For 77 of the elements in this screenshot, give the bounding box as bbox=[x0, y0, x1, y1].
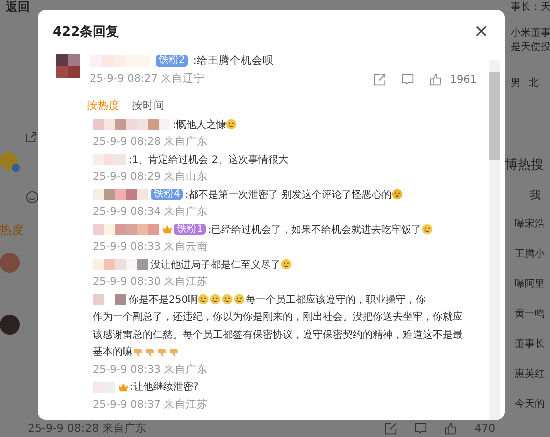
like-icon[interactable] bbox=[430, 74, 442, 86]
emoji-face-icon bbox=[422, 224, 433, 236]
crown-icon bbox=[118, 382, 129, 393]
sort-tab[interactable]: 按时间 bbox=[132, 98, 165, 112]
emoji-face-icon bbox=[392, 189, 403, 200]
reply-text: :让他继续泄密? bbox=[130, 382, 199, 393]
like-count: 1961 bbox=[450, 74, 477, 86]
avatar-icon bbox=[0, 315, 20, 335]
hot-search-item[interactable]: 黄一鸣 bbox=[515, 306, 545, 323]
emoji-face-icon bbox=[234, 294, 246, 306]
comment-icon[interactable] bbox=[402, 74, 414, 86]
hot-search-item[interactable]: 曝阿里 bbox=[515, 276, 545, 293]
redacted-name-drawing bbox=[93, 223, 159, 236]
fan-badge: 铁粉1 bbox=[174, 224, 206, 235]
redacted-name-drawing bbox=[93, 380, 115, 394]
thumbs-down-icon bbox=[145, 346, 156, 358]
hot-search-item[interactable]: 惠英红 bbox=[515, 366, 545, 383]
comment-time: 25-9-9 08:27 来自辽宁 bbox=[90, 72, 206, 87]
my-tab[interactable]: 我 bbox=[530, 188, 541, 203]
sort-tab[interactable]: 按热度 bbox=[87, 98, 120, 112]
redacted-name-drawing bbox=[93, 188, 148, 202]
avatar-icon bbox=[0, 151, 20, 173]
reply-time: 25-9-9 08:34 来自广东 bbox=[93, 205, 210, 220]
emoji-face-icon bbox=[198, 294, 210, 306]
reply-time: 25-9-9 08:30 来自江苏 bbox=[93, 275, 210, 290]
dialog-title: 422条回复 bbox=[53, 24, 120, 41]
redacted-name-drawing bbox=[93, 153, 126, 166]
reply-time: 25-9-9 08:29 来自山东 bbox=[93, 170, 210, 185]
share-icon[interactable] bbox=[384, 422, 397, 434]
reply-text: 没让他进局子都是仁至义尽了 bbox=[151, 260, 281, 270]
hot-search-item[interactable]: 曝宋浩 bbox=[515, 216, 545, 233]
hot-search-title: 博热搜 bbox=[505, 157, 544, 174]
comment-icon[interactable] bbox=[414, 422, 427, 434]
redacted-name-drawing bbox=[90, 54, 150, 68]
reply-time: 25-9-9 08:28 来自广东 bbox=[93, 135, 210, 150]
reply-text: 该感谢雷总的仁慈。每个员工都签有保密协议，遵守保密契约的精神，难道这不是最 bbox=[93, 330, 463, 340]
like-icon[interactable] bbox=[444, 422, 457, 434]
thumbs-down-icon bbox=[157, 346, 168, 358]
reply-time: 25-9-9 08:33 来自广东 bbox=[93, 362, 210, 378]
hot-search-item[interactable]: 今天的 bbox=[515, 396, 545, 413]
like-count: 470 bbox=[474, 422, 496, 435]
redacted-name-drawing bbox=[93, 293, 126, 306]
reply-time: 25-9-9 08:37 来自江苏 bbox=[93, 398, 210, 412]
avatar-icon bbox=[0, 253, 20, 273]
profile-field: 男 bbox=[511, 76, 521, 90]
emoji-face-icon bbox=[222, 294, 234, 306]
hot-search-item[interactable]: 董事长 bbox=[515, 336, 545, 353]
redacted-name-drawing bbox=[93, 258, 148, 272]
smiley-icon[interactable] bbox=[26, 191, 39, 204]
scrollbar-thumb[interactable] bbox=[489, 72, 500, 160]
thumbs-down-icon bbox=[133, 346, 144, 358]
share-icon[interactable] bbox=[374, 74, 386, 86]
reply-text: 每一个员工都应该遵守的，职业操守，你 bbox=[246, 294, 426, 306]
emoji-face-icon bbox=[281, 259, 292, 270]
emoji-face-icon bbox=[226, 119, 238, 130]
reply-text: 你是不是250啊 bbox=[129, 294, 198, 306]
reply-text: :1、肯定给过机会 2、这次事情很大 bbox=[129, 154, 288, 166]
reply-text: :已经给过机会了，如果不给机会就进去吃牢饭了 bbox=[208, 224, 422, 236]
comment-text: :给王腾个机会呗 bbox=[193, 54, 274, 68]
share-icon[interactable] bbox=[26, 132, 37, 143]
close-button[interactable]: × bbox=[470, 22, 493, 42]
fan-badge: 铁粉4 bbox=[151, 188, 184, 200]
scrollbar[interactable] bbox=[489, 60, 500, 420]
thumbs-down-icon bbox=[169, 346, 180, 358]
reply-text: :慨他人之慷 bbox=[173, 120, 226, 130]
hot-search-item[interactable]: 王腾小 bbox=[515, 246, 545, 263]
emoji-face-icon bbox=[210, 294, 222, 306]
reply-time: 25-9-9 08:33 来自云南 bbox=[93, 240, 210, 255]
profile-field: 北 bbox=[529, 76, 539, 90]
reply-text: :都不是第一次泄密了 别发这个评论了怪恶心的 bbox=[185, 190, 392, 200]
crown-icon bbox=[162, 224, 173, 236]
reply-text: 作为一个副总了，还违纪，你以为你是刚来的，刚出社会。没把你送去坐牢，你就应 bbox=[93, 312, 463, 323]
redacted-avatar-drawing bbox=[56, 54, 80, 78]
reply-text: 基本的嘛 bbox=[93, 347, 133, 358]
comment-time: 25-9-9 08:28 来自广东 bbox=[28, 421, 147, 436]
back-link[interactable]: 返回 bbox=[6, 0, 30, 14]
fan-badge: 铁粉2 bbox=[156, 55, 188, 67]
